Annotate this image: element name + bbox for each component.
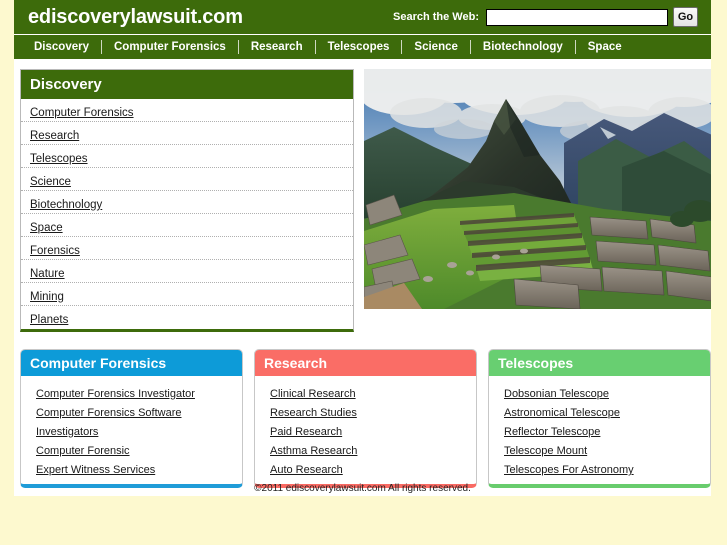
list-item: Biotechnology (21, 191, 353, 214)
hero-image (363, 69, 711, 309)
list-item: Computer Forensics Software (21, 402, 242, 421)
site-header: ediscoverylawsuit.com Search the Web: Go (14, 0, 711, 34)
card-title: Research (255, 350, 476, 376)
telescope-link-for-astronomy[interactable]: Telescopes For Astronomy (504, 464, 634, 476)
discovery-link-nature[interactable]: Nature (30, 268, 65, 280)
list-item: Forensics (21, 237, 353, 260)
search-area: Search the Web: Go (393, 0, 698, 34)
discovery-link-telescopes[interactable]: Telescopes (30, 153, 88, 165)
discovery-link-forensics[interactable]: Forensics (30, 245, 80, 257)
list-item: Expert Witness Services (21, 459, 242, 478)
list-item: Nature (21, 260, 353, 283)
list-item: Computer Forensic (21, 440, 242, 459)
list-item: Research (21, 122, 353, 145)
cf-link-investigator[interactable]: Computer Forensics Investigator (36, 388, 195, 400)
nav-item-science[interactable]: Science (402, 40, 471, 54)
list-item: Asthma Research (255, 440, 476, 459)
card-title: Computer Forensics (21, 350, 242, 376)
list-item: Planets (21, 306, 353, 329)
discovery-panel-title: Discovery (21, 70, 353, 99)
list-item: Science (21, 168, 353, 191)
discovery-link-computer-forensics[interactable]: Computer Forensics (30, 107, 134, 119)
page-root: ediscoverylawsuit.com Search the Web: Go… (0, 0, 727, 545)
nav-item-biotechnology[interactable]: Biotechnology (471, 40, 576, 54)
nav-item-space[interactable]: Space (576, 40, 634, 54)
discovery-link-science[interactable]: Science (30, 176, 71, 188)
main-row: Discovery Computer Forensics Research Te… (14, 59, 711, 332)
card-title: Telescopes (489, 350, 710, 376)
list-item: Dobsonian Telescope (489, 383, 710, 402)
discovery-panel: Discovery Computer Forensics Research Te… (20, 69, 354, 332)
list-item: Telescopes For Astronomy (489, 459, 710, 478)
discovery-link-mining[interactable]: Mining (30, 291, 64, 303)
list-item: Computer Forensics (21, 99, 353, 122)
telescope-link-reflector[interactable]: Reflector Telescope (504, 426, 600, 438)
content-container: ediscoverylawsuit.com Search the Web: Go… (14, 0, 711, 496)
list-item: Computer Forensics Investigator (21, 383, 242, 402)
list-item: Telescopes (21, 145, 353, 168)
discovery-link-list: Computer Forensics Research Telescopes S… (21, 99, 353, 329)
telescope-link-mount[interactable]: Telescope Mount (504, 445, 587, 457)
list-item: Investigators (21, 421, 242, 440)
research-link-asthma[interactable]: Asthma Research (270, 445, 357, 457)
discovery-link-research[interactable]: Research (30, 130, 79, 142)
site-title: ediscoverylawsuit.com (28, 5, 243, 28)
nav-item-research[interactable]: Research (239, 40, 316, 54)
discovery-link-biotechnology[interactable]: Biotechnology (30, 199, 102, 211)
list-item: Reflector Telescope (489, 421, 710, 440)
cf-link-investigators[interactable]: Investigators (36, 426, 98, 438)
discovery-link-planets[interactable]: Planets (30, 314, 68, 326)
research-link-auto[interactable]: Auto Research (270, 464, 343, 476)
card-telescopes: Telescopes Dobsonian Telescope Astronomi… (488, 349, 711, 488)
main-navigation: Discovery Computer Forensics Research Te… (14, 34, 711, 59)
nav-item-computer-forensics[interactable]: Computer Forensics (102, 40, 239, 54)
list-item: Research Studies (255, 402, 476, 421)
telescope-link-dobsonian[interactable]: Dobsonian Telescope (504, 388, 609, 400)
cf-link-computer-forensic[interactable]: Computer Forensic (36, 445, 130, 457)
telescope-link-astronomical[interactable]: Astronomical Telescope (504, 407, 620, 419)
research-link-studies[interactable]: Research Studies (270, 407, 357, 419)
cf-link-software[interactable]: Computer Forensics Software (36, 407, 182, 419)
nav-item-telescopes[interactable]: Telescopes (316, 40, 403, 54)
research-link-clinical[interactable]: Clinical Research (270, 388, 356, 400)
discovery-link-space[interactable]: Space (30, 222, 63, 234)
list-item: Clinical Research (255, 383, 476, 402)
card-computer-forensics: Computer Forensics Computer Forensics In… (20, 349, 243, 488)
search-go-button[interactable]: Go (673, 7, 698, 27)
list-item: Paid Research (255, 421, 476, 440)
machu-picchu-illustration (363, 69, 711, 309)
card-link-list: Dobsonian Telescope Astronomical Telesco… (489, 376, 710, 480)
list-item: Astronomical Telescope (489, 402, 710, 421)
list-item: Auto Research (255, 459, 476, 478)
card-link-list: Computer Forensics Investigator Computer… (21, 376, 242, 480)
search-label: Search the Web: (393, 11, 479, 23)
list-item: Telescope Mount (489, 440, 710, 459)
list-item: Space (21, 214, 353, 237)
search-input[interactable] (486, 8, 668, 26)
card-research: Research Clinical Research Research Stud… (254, 349, 477, 488)
research-link-paid[interactable]: Paid Research (270, 426, 342, 438)
list-item: Mining (21, 283, 353, 306)
nav-item-discovery[interactable]: Discovery (28, 40, 102, 54)
card-link-list: Clinical Research Research Studies Paid … (255, 376, 476, 480)
footer-copyright: ©2011 ediscoverylawsuit.com All rights r… (254, 483, 471, 494)
cf-link-expert-witness[interactable]: Expert Witness Services (36, 464, 155, 476)
category-cards-row: Computer Forensics Computer Forensics In… (20, 349, 711, 488)
